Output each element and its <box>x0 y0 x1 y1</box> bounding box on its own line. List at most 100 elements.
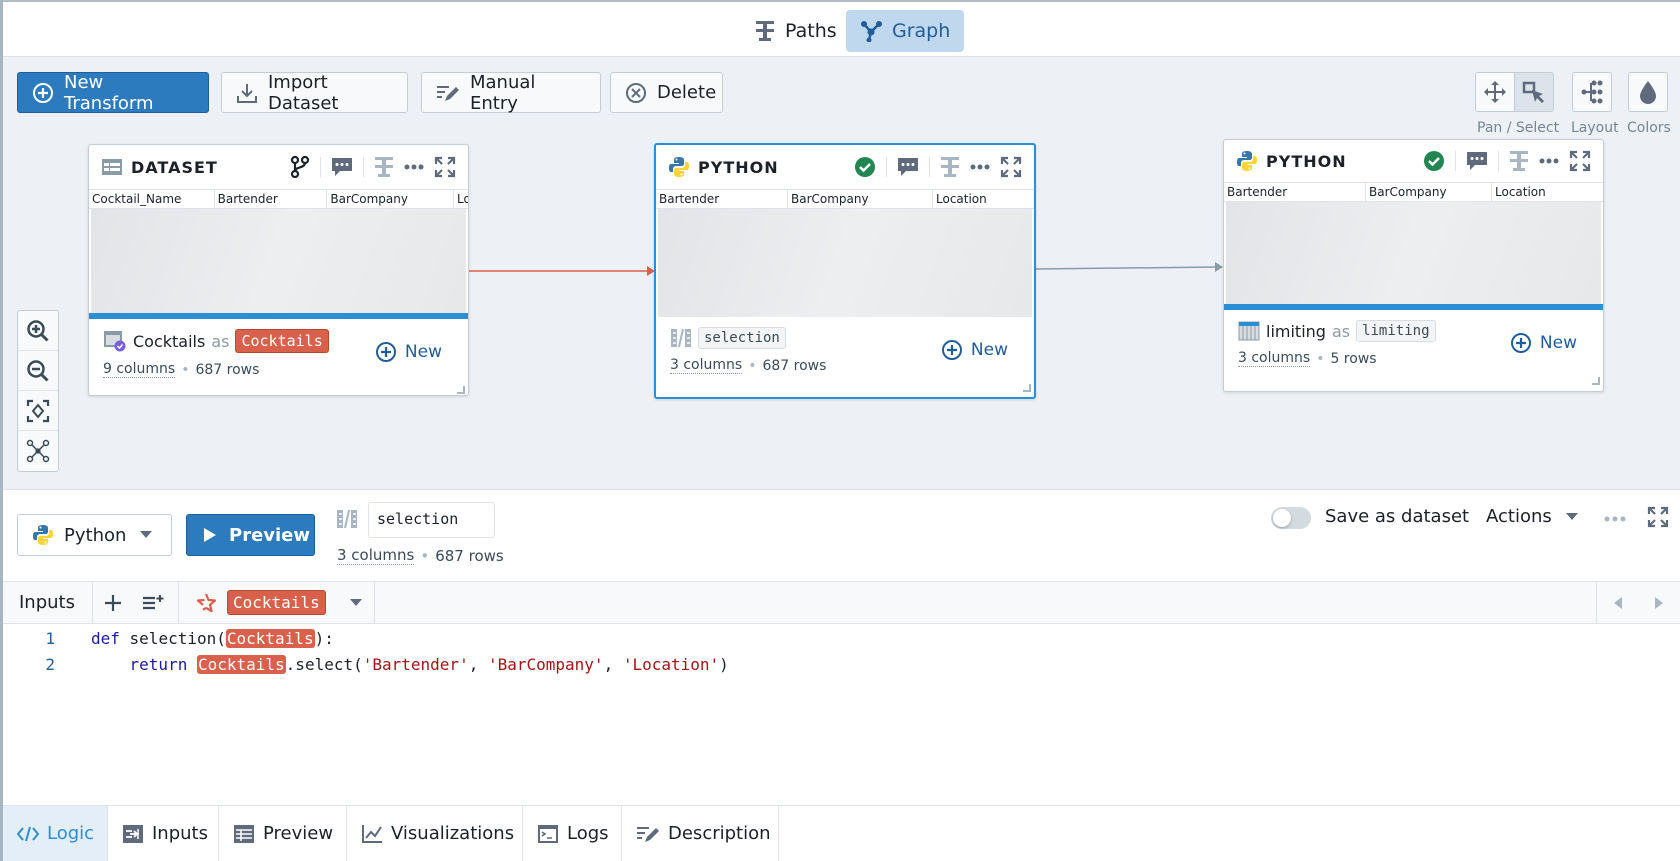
paths-icon[interactable] <box>940 156 960 178</box>
resize-handle[interactable] <box>1023 384 1031 392</box>
paths-icon[interactable] <box>1509 150 1529 172</box>
tab-label: Logs <box>567 823 609 844</box>
python-icon <box>668 156 690 178</box>
dataset-node[interactable]: DATASET Cocktail_Name Bartender BarCompa… <box>88 144 469 396</box>
new-transform-from-node-button[interactable]: New <box>375 341 442 363</box>
graph-label: Graph <box>892 20 951 42</box>
new-label: New <box>1539 333 1577 353</box>
new-label: New <box>404 342 442 362</box>
tab-description[interactable]: Description <box>622 806 779 861</box>
separator-dot: • <box>748 357 757 374</box>
columns-count[interactable]: 3 columns <box>1238 350 1311 367</box>
input-chip-cocktails[interactable]: Cocktails <box>179 582 375 623</box>
divider <box>320 157 321 177</box>
paths-icon <box>755 20 775 42</box>
new-transform-from-node-button[interactable]: New <box>1510 332 1577 354</box>
divider <box>1455 151 1456 171</box>
code-editor[interactable]: 1 def selection(Cocktails): 2 return Cockt… <box>3 625 1680 677</box>
more-icon[interactable] <box>970 164 990 170</box>
line-number: 1 <box>45 628 55 648</box>
code-token: 'Location' <box>622 654 720 674</box>
maximize-icon[interactable] <box>1569 150 1591 172</box>
add-input-list-button[interactable] <box>133 594 173 612</box>
node-type: PYTHON <box>698 157 779 177</box>
code-text: return Cocktails.select('Bartender', 'Ba… <box>55 654 729 674</box>
transform-node-limiting[interactable]: PYTHON Bartender BarCompany Location lim… <box>1223 139 1604 392</box>
output-stats: 3 columns • 687 rows <box>337 546 504 565</box>
more-icon[interactable] <box>404 164 424 170</box>
resize-handle[interactable] <box>1592 377 1600 385</box>
paths-icon[interactable] <box>374 156 394 178</box>
columns-count[interactable]: 3 columns <box>670 357 743 374</box>
input-star-icon <box>195 592 217 614</box>
tab-logs[interactable]: Logs <box>523 806 622 861</box>
graph-canvas[interactable]: New Transform Import Dataset Manual Entr… <box>3 57 1680 489</box>
preview-button[interactable]: Preview <box>186 514 315 556</box>
tab-inputs[interactable]: Inputs <box>108 806 219 861</box>
output-name-tag[interactable]: selection <box>698 327 786 349</box>
tab-preview[interactable]: Preview <box>219 806 347 861</box>
rows-count: 687 rows <box>762 357 827 374</box>
rows-count: 687 rows <box>195 361 260 378</box>
data-preview-blurred <box>658 209 1032 317</box>
maximize-icon[interactable] <box>1000 156 1022 178</box>
branch-icon[interactable] <box>290 156 310 178</box>
dataset-verified-icon <box>103 330 127 352</box>
maximize-icon[interactable] <box>1647 506 1669 528</box>
output-name-input[interactable]: selection <box>368 502 495 538</box>
caret-down-icon[interactable] <box>349 598 362 607</box>
scroll-left-icon[interactable] <box>1613 596 1622 609</box>
node-type: PYTHON <box>1266 151 1347 171</box>
rows-count: 5 rows <box>1330 350 1377 367</box>
data-preview-blurred <box>91 209 466 313</box>
more-icon[interactable] <box>1539 158 1559 164</box>
divider <box>886 157 887 177</box>
caret-down-icon <box>140 531 153 539</box>
scroll-right-icon[interactable] <box>1655 596 1664 609</box>
play-icon <box>203 527 217 543</box>
column-header: BarCompany <box>788 190 933 208</box>
column-headers: Bartender BarCompany Location <box>1224 182 1603 202</box>
preview-label: Preview <box>229 524 311 546</box>
comment-icon[interactable] <box>1466 151 1488 171</box>
alias-tag[interactable]: Cocktails <box>235 329 329 353</box>
comment-icon[interactable] <box>331 157 353 177</box>
input-icon <box>122 824 144 844</box>
columns-count[interactable]: 9 columns <box>103 361 176 378</box>
comment-icon[interactable] <box>897 157 919 177</box>
language-select[interactable]: Python <box>17 514 172 556</box>
paths-tab[interactable]: Paths <box>741 10 851 52</box>
edge-selection-to-limiting[interactable] <box>1034 266 1218 270</box>
add-input-button[interactable] <box>93 594 133 612</box>
columns-count[interactable]: 3 columns <box>337 546 415 565</box>
code-line[interactable]: 2 return Cocktails.select('Bartender', '… <box>3 651 1680 677</box>
tab-label: Description <box>668 823 771 844</box>
transform-node-selection[interactable]: PYTHON Bartender BarCompany Location sel… <box>654 143 1036 399</box>
tab-label: Logic <box>47 823 95 844</box>
table-icon <box>101 158 123 176</box>
tab-label: Inputs <box>152 823 208 844</box>
separator-dot: • <box>1316 350 1325 367</box>
tab-logic[interactable]: Logic <box>3 806 108 861</box>
divider <box>1498 151 1499 171</box>
terminal-icon <box>537 824 559 844</box>
save-as-dataset-toggle[interactable] <box>1271 507 1311 529</box>
actions-menu[interactable]: Actions <box>1486 506 1578 527</box>
resize-handle[interactable] <box>457 386 465 394</box>
edit-list-icon <box>636 824 660 844</box>
more-icon[interactable] <box>1604 516 1626 522</box>
dataset-name: Cocktails <box>133 331 206 351</box>
code-line[interactable]: 1 def selection(Cocktails): <box>3 625 1680 651</box>
column-header: BarCompany <box>1366 183 1492 201</box>
new-transform-from-node-button[interactable]: New <box>941 339 1008 361</box>
maximize-icon[interactable] <box>434 156 456 178</box>
rows-count: 687 rows <box>435 546 504 565</box>
alias-tag[interactable]: limiting <box>1356 320 1436 342</box>
code-token: def <box>91 628 120 648</box>
as-label: as <box>1331 321 1351 341</box>
graph-tab[interactable]: Graph <box>846 10 965 52</box>
code-icon <box>17 826 39 842</box>
tab-visualizations[interactable]: Visualizations <box>347 806 523 861</box>
code-token: 'Bartender' <box>362 654 469 674</box>
